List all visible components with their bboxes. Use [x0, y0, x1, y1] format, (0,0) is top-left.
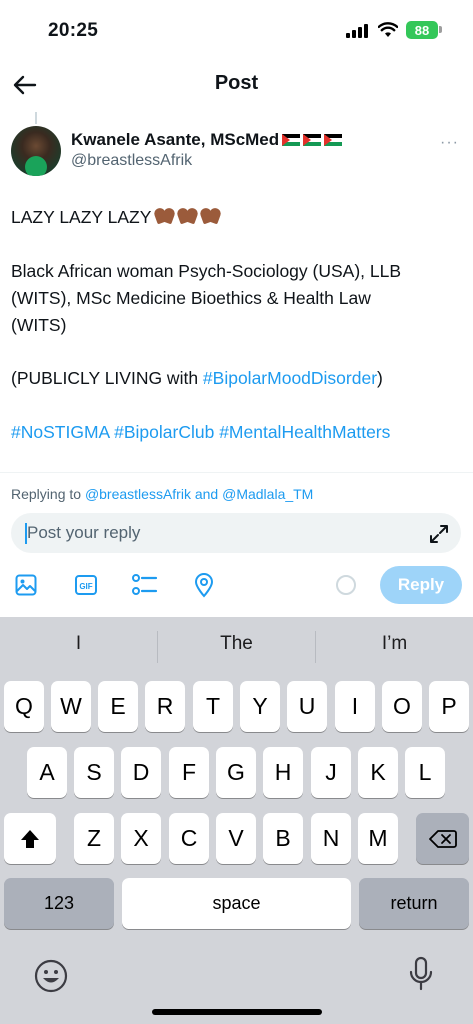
post-text: )	[377, 368, 383, 388]
wifi-icon	[378, 22, 398, 37]
mention-link[interactable]: @Madlala_TM	[222, 486, 313, 502]
hashtag-link[interactable]: #NoSTIGMA	[11, 422, 109, 442]
suggestion-3[interactable]: I’m	[316, 633, 473, 655]
replying-prefix: Replying to	[11, 486, 85, 502]
replying-and: and	[190, 486, 223, 502]
key-r[interactable]: R	[145, 681, 185, 732]
key-u[interactable]: U	[287, 681, 327, 732]
backspace-icon	[428, 829, 457, 848]
media-button[interactable]	[13, 572, 39, 598]
heart-hands-emoji-icon	[155, 208, 174, 225]
hashtag-link[interactable]: #MentalHealthMatters	[219, 422, 390, 442]
key-e[interactable]: E	[98, 681, 138, 732]
location-pin-icon	[194, 573, 214, 598]
hashtag-link[interactable]: #BipolarClub	[114, 422, 214, 442]
space-key[interactable]: space	[122, 878, 351, 929]
heart-hands-emoji-icon	[201, 208, 220, 225]
dictation-button[interactable]	[402, 955, 440, 993]
thread-connector-line	[35, 112, 37, 124]
on-screen-keyboard: I The I’m Q W E R T Y U I O P A S D F G …	[0, 617, 473, 1024]
post-line-4: (WITS)	[11, 315, 67, 335]
shift-arrow-icon	[21, 829, 39, 848]
battery-tip	[439, 26, 442, 33]
suggestion-2[interactable]: The	[158, 633, 315, 655]
key-v[interactable]: V	[216, 813, 256, 864]
gif-icon: GIF	[75, 575, 97, 595]
key-d[interactable]: D	[121, 747, 161, 798]
post-line-1: LAZY LAZY LAZY	[11, 206, 220, 228]
suggestion-1[interactable]: I	[0, 633, 157, 655]
key-k[interactable]: K	[358, 747, 398, 798]
poll-icon	[132, 574, 158, 595]
key-s[interactable]: S	[74, 747, 114, 798]
reply-input[interactable]	[27, 513, 407, 553]
key-z[interactable]: Z	[74, 813, 114, 864]
location-button[interactable]	[191, 572, 217, 598]
author-name[interactable]: Kwanele Asante, MScMed	[71, 130, 343, 150]
post-line-3: (WITS), MSc Medicine Bioethics & Health …	[11, 288, 371, 308]
svg-text:GIF: GIF	[79, 582, 92, 591]
return-key[interactable]: return	[359, 878, 469, 929]
key-m[interactable]: M	[358, 813, 398, 864]
home-indicator[interactable]	[152, 1009, 322, 1015]
key-o[interactable]: O	[382, 681, 422, 732]
key-g[interactable]: G	[216, 747, 256, 798]
author-name-text: Kwanele Asante, MScMed	[71, 130, 280, 149]
post-line-5: (PUBLICLY LIVING with #BipolarMoodDisord…	[11, 367, 383, 389]
key-q[interactable]: Q	[4, 681, 44, 732]
post-hashtags: #NoSTIGMA #BipolarClub #MentalHealthMatt…	[11, 421, 390, 443]
status-bar: 20:25 88	[0, 0, 473, 56]
key-i[interactable]: I	[335, 681, 375, 732]
emoji-keyboard-button[interactable]	[32, 957, 70, 995]
palestine-flag-icon	[324, 134, 343, 146]
emoji-smiley-icon	[34, 959, 68, 993]
author-handle[interactable]: @breastlessAfrik	[71, 152, 192, 170]
microphone-icon	[409, 956, 433, 991]
key-h[interactable]: H	[263, 747, 303, 798]
status-time: 20:25	[48, 20, 99, 41]
cellular-signal-icon	[346, 24, 368, 38]
key-l[interactable]: L	[405, 747, 445, 798]
battery-indicator: 88	[406, 21, 438, 39]
post-text: LAZY LAZY LAZY	[11, 207, 152, 227]
shift-key[interactable]	[4, 813, 56, 864]
reply-button[interactable]: Reply	[380, 566, 462, 604]
more-options-button[interactable]: ···	[440, 134, 459, 152]
key-c[interactable]: C	[169, 813, 209, 864]
key-w[interactable]: W	[51, 681, 91, 732]
reply-composer[interactable]	[11, 513, 461, 553]
palestine-flag-icon	[303, 134, 322, 146]
heart-hands-emoji-icon	[178, 208, 197, 225]
poll-button[interactable]	[132, 572, 158, 598]
key-n[interactable]: N	[311, 813, 351, 864]
post-text: (PUBLICLY LIVING with	[11, 368, 203, 388]
post-line-2: Black African woman Psych-Sociology (USA…	[11, 261, 402, 281]
delete-key[interactable]	[416, 813, 469, 864]
mention-link[interactable]: @breastlessAfrik	[85, 486, 191, 502]
key-y[interactable]: Y	[240, 681, 280, 732]
post-header: Post	[0, 56, 473, 112]
character-count-ring	[336, 575, 356, 595]
gif-button[interactable]: GIF	[73, 572, 99, 598]
image-icon	[15, 574, 37, 596]
palestine-flag-icon	[282, 134, 301, 146]
key-p[interactable]: P	[429, 681, 469, 732]
hashtag-link[interactable]: #BipolarMoodDisorder	[203, 368, 377, 388]
key-j[interactable]: J	[311, 747, 351, 798]
key-f[interactable]: F	[169, 747, 209, 798]
avatar[interactable]	[11, 126, 61, 176]
expand-icon[interactable]	[428, 523, 450, 545]
key-b[interactable]: B	[263, 813, 303, 864]
page-title: Post	[214, 72, 259, 94]
numbers-key[interactable]: 123	[4, 878, 114, 929]
key-x[interactable]: X	[121, 813, 161, 864]
replying-to: Replying to @breastlessAfrik and @Madlal…	[11, 486, 313, 502]
key-a[interactable]: A	[27, 747, 67, 798]
divider	[0, 472, 473, 473]
key-t[interactable]: T	[193, 681, 233, 732]
